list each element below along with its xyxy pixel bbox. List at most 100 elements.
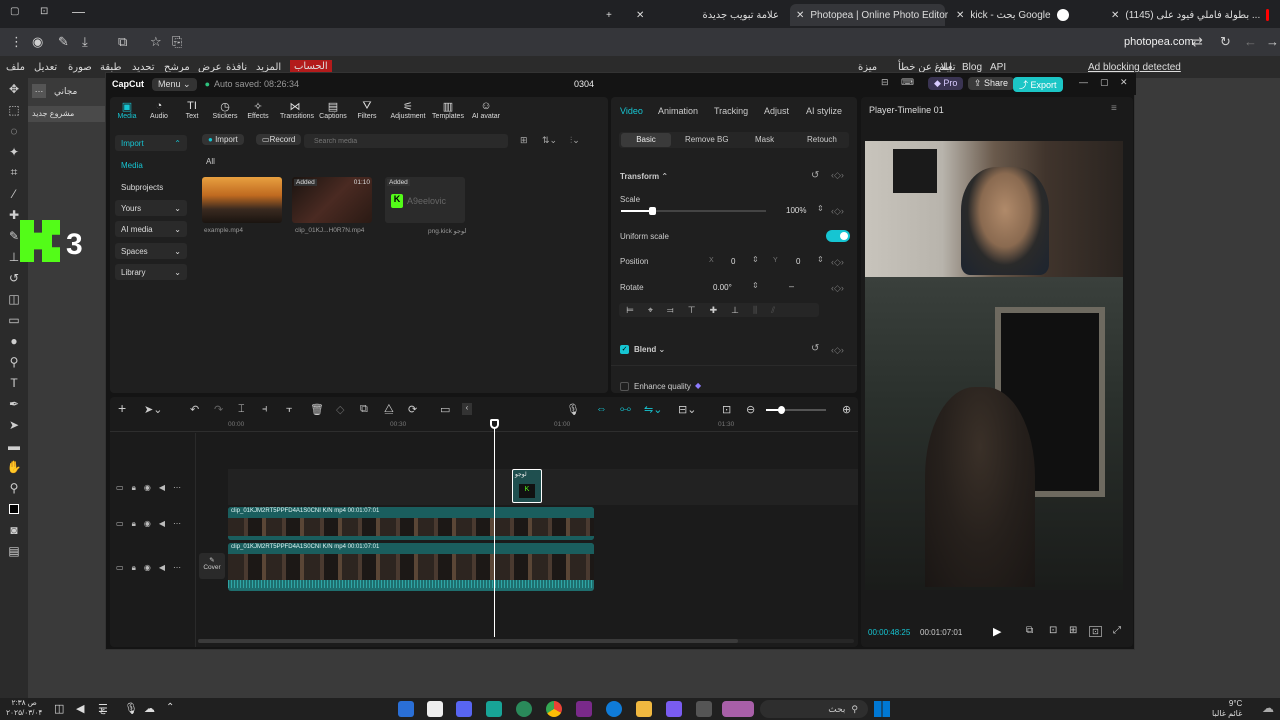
pro-button[interactable]: ◆ Pro — [928, 77, 964, 90]
app-taskbar-icon-2[interactable] — [576, 701, 592, 717]
crop-icon[interactable]: ⧉ — [360, 403, 368, 416]
prop-tab-ai-stylize[interactable]: AI stylize — [806, 106, 842, 116]
project-name[interactable]: 0304 — [574, 79, 594, 89]
taskbar-search[interactable]: بحث ⚲ — [760, 700, 868, 718]
ai-icon[interactable]: ▭ — [440, 403, 450, 416]
move-tool-icon[interactable]: ✥ — [0, 78, 28, 99]
tab-google[interactable]: ✕ kick - بحث Google — [950, 4, 1100, 26]
path-select-icon[interactable]: ➤ — [0, 414, 28, 435]
more-icon[interactable]: ⋯ — [173, 519, 181, 529]
timeline-scrollbar[interactable] — [198, 639, 854, 643]
zoom-tool-icon[interactable]: ⚲ — [0, 477, 28, 498]
minimize-icon[interactable]: — — [72, 4, 85, 19]
player-menu-icon[interactable]: ≡ — [1111, 103, 1117, 114]
shortcuts-icon[interactable]: ⌨ — [901, 77, 914, 88]
subtab-remove-bg[interactable]: Remove BG — [685, 135, 729, 144]
tab-adjustment[interactable]: ⚟ Adjustment — [390, 100, 426, 120]
menu-edit[interactable]: تعديل — [34, 62, 57, 73]
sidebar-spaces[interactable]: Spaces ⌄ — [115, 243, 187, 259]
weather-widget[interactable]: 9°C غائم غالبا — [1212, 699, 1242, 719]
screen-mode-icon[interactable]: ▤ — [0, 540, 28, 561]
tab-ai-avatar[interactable]: ☺ AI avatar — [468, 100, 504, 120]
dodge-tool-icon[interactable]: ⚲ — [0, 351, 28, 372]
media-thumb-kick[interactable]: Added K A9eelovic — [385, 177, 465, 223]
pen-tool-icon[interactable]: ✒ — [0, 393, 28, 414]
maximize-window-icon[interactable]: ▢ — [1100, 77, 1109, 88]
slider-thumb[interactable] — [649, 207, 656, 215]
language-indicator[interactable]: ع — [100, 704, 105, 715]
record-button[interactable]: ▭Record — [256, 134, 302, 145]
blend-checkbox[interactable]: ✓ — [620, 345, 629, 354]
close-window-icon[interactable]: ✕ — [1120, 77, 1128, 88]
close-icon[interactable]: ✕ — [796, 10, 804, 21]
mark-icon[interactable]: ◇ — [336, 403, 344, 416]
collapse-panel-icon[interactable]: … — [32, 84, 46, 98]
mirror-icon[interactable]: ⧋ — [384, 403, 394, 416]
crop-icon[interactable]: ⊡ — [1049, 625, 1057, 636]
hand-tool-icon[interactable]: ✋ — [0, 456, 28, 477]
sidebar-media[interactable]: Media — [115, 157, 187, 173]
playhead-line[interactable] — [494, 423, 495, 637]
free-button[interactable]: مجاني — [54, 86, 77, 97]
notification-icon[interactable]: ◫ — [54, 702, 64, 715]
align-top-icon[interactable]: ⊤ — [688, 305, 696, 316]
overlay-clip-kick[interactable]: لوجو K — [512, 469, 542, 503]
lock-icon[interactable]: 🔒︎ — [132, 563, 136, 573]
app-taskbar-icon[interactable] — [516, 701, 532, 717]
align-middle-icon[interactable]: ✚ — [710, 305, 718, 316]
close-icon[interactable]: ✕ — [636, 10, 644, 21]
main-track-magnet-icon[interactable]: ⇔ — [596, 403, 607, 415]
uniform-scale-toggle[interactable] — [826, 230, 850, 242]
sort-icon[interactable]: ⇅⌄ — [542, 135, 557, 146]
magic-wand-icon[interactable]: ✦ — [0, 141, 28, 162]
keyframe-icon[interactable]: ‹◇› — [831, 283, 844, 294]
extensions-icon[interactable]: ✎ — [58, 34, 69, 50]
show-hidden-icon[interactable]: ⌃ — [166, 702, 174, 713]
tab-media[interactable]: ▣ Media — [112, 100, 142, 120]
microphone-icon[interactable]: 🎙 — [124, 702, 138, 715]
keyframe-icon[interactable]: ‹◇› — [831, 345, 844, 356]
photopea-taskbar-icon[interactable] — [486, 701, 502, 717]
undo-icon[interactable]: ↶ — [190, 403, 199, 416]
blend-heading[interactable]: Blend ⌄ — [634, 345, 665, 354]
shape-tool-icon[interactable]: ▬ — [0, 435, 28, 456]
position-x-value[interactable]: 0 — [731, 257, 735, 266]
auto-snap-icon[interactable]: ⧟ — [620, 403, 631, 416]
sidebar-yours[interactable]: Yours ⌄ — [115, 200, 187, 216]
transform-heading[interactable]: Transform ⌃ — [620, 172, 668, 181]
gradient-tool-icon[interactable]: ▭ — [0, 309, 28, 330]
close-icon[interactable]: ✕ — [956, 10, 964, 21]
widgets-image[interactable] — [722, 701, 754, 717]
search-media-input[interactable] — [304, 134, 508, 148]
webcam-overlay-video[interactable] — [865, 141, 1123, 277]
playhead-handle[interactable] — [490, 419, 499, 429]
document-tab[interactable]: مشروع جديد — [28, 106, 108, 122]
fit-timeline-icon[interactable]: ⊡ — [722, 403, 731, 416]
split-left-icon[interactable]: ⫞ — [262, 403, 268, 416]
collapse-toolbar-icon[interactable]: ‹ — [462, 403, 472, 415]
stepper-icon[interactable]: ⇕ — [817, 204, 824, 213]
tab-audio[interactable]: ◔ Audio — [144, 100, 174, 120]
visibility-icon[interactable]: ◉ — [144, 519, 151, 529]
snapshot-icon[interactable]: ⊞ — [1069, 625, 1077, 636]
more-menu-icon[interactable]: ⋮ — [10, 34, 23, 50]
media-thumb-clip[interactable]: Added 01:10 — [292, 177, 372, 223]
tab-new-tab[interactable]: ✕ علامة تبويب جديدة — [630, 4, 785, 26]
video-clip-1[interactable]: clip_01KJM2RT5PPFD4A1S0CNI K/N mp4 00:01… — [228, 507, 594, 540]
redo-icon[interactable]: ↷ — [214, 403, 223, 416]
align-right-icon[interactable]: ⫤ — [667, 305, 674, 316]
position-y-value[interactable]: 0 — [796, 257, 800, 266]
split-right-icon[interactable]: ⫟ — [286, 403, 293, 416]
rotate-icon[interactable]: ⟳ — [408, 403, 417, 416]
tab-youtube[interactable]: ✕ (1145) بطولة فاملي فيود على ... — [1105, 4, 1275, 26]
fullscreen-icon[interactable]: ⤢ — [1113, 625, 1121, 636]
subtab-basic[interactable]: Basic — [621, 133, 671, 147]
color-swatch-icon[interactable] — [0, 498, 28, 519]
windows-start-icon[interactable] — [874, 701, 890, 717]
sidebar-ai-media[interactable]: AI media ⌄ — [115, 221, 187, 237]
select-tool-icon[interactable]: ➤⌄ — [144, 403, 162, 416]
microphone-icon[interactable]: 🎙 — [566, 403, 580, 416]
view-grid-icon[interactable]: ⊞ — [520, 135, 528, 146]
enhance-checkbox[interactable] — [620, 382, 629, 391]
timeline-zoom-slider[interactable] — [766, 406, 826, 414]
